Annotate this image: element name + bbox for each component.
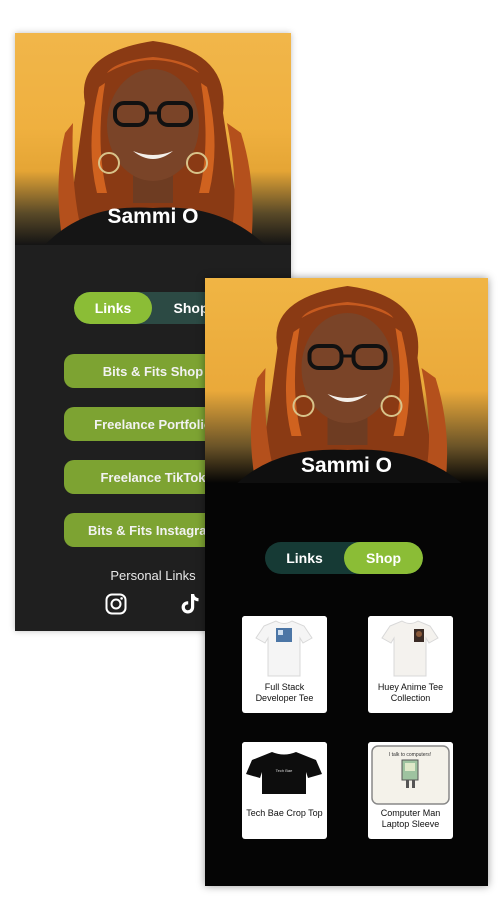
product-card-tech-bae-crop[interactable]: Tech Bae Tech Bae Crop Top bbox=[242, 742, 327, 839]
tab-shop[interactable]: Shop bbox=[344, 542, 423, 574]
svg-text:Tech Bae: Tech Bae bbox=[276, 768, 293, 773]
profile-hero: Sammi O bbox=[15, 33, 291, 245]
product-card-computer-man-sleeve[interactable]: I talk to computers! Computer Man Laptop… bbox=[368, 742, 453, 839]
product-card-huey-anime-tee[interactable]: Huey Anime Tee Collection bbox=[368, 616, 453, 713]
svg-text:I talk to computers!: I talk to computers! bbox=[389, 752, 431, 758]
product-image: Tech Bae bbox=[242, 742, 327, 806]
product-name: Computer Man Laptop Sleeve bbox=[380, 808, 441, 829]
product-name: Huey Anime Tee Collection bbox=[377, 682, 444, 703]
product-name: Tech Bae Crop Top bbox=[246, 808, 323, 818]
profile-hero: Sammi O bbox=[205, 278, 488, 483]
instagram-icon[interactable] bbox=[104, 592, 128, 616]
links-shop-toggle[interactable]: Links Shop bbox=[265, 542, 423, 574]
profile-name: Sammi O bbox=[300, 454, 393, 477]
product-name: Full Stack Developer Tee bbox=[255, 682, 314, 703]
tab-links[interactable]: Links bbox=[74, 292, 152, 324]
product-image: I talk to computers! bbox=[368, 742, 453, 806]
product-card-full-stack-tee[interactable]: Full Stack Developer Tee bbox=[242, 616, 327, 713]
tab-links[interactable]: Links bbox=[265, 542, 344, 574]
shop-screen: Sammi O Links Shop Full Stack Developer … bbox=[205, 278, 488, 886]
product-image bbox=[368, 616, 453, 680]
tiktok-icon[interactable] bbox=[178, 592, 202, 616]
profile-photo bbox=[237, 286, 461, 483]
product-image bbox=[242, 616, 327, 680]
profile-name: Sammi O bbox=[107, 205, 199, 228]
